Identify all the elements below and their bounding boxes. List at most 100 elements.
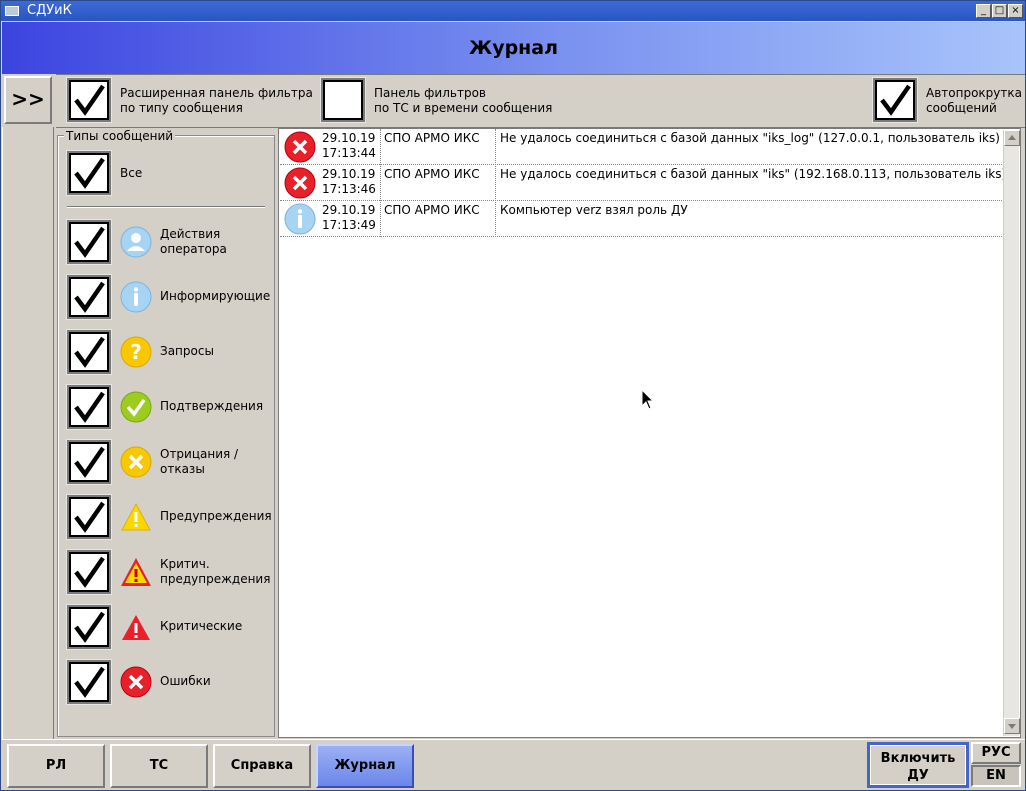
type-checkbox[interactable] [67,495,111,539]
type-label: Отрицания / отказы [160,447,239,476]
maximize-button[interactable]: □ [992,4,1007,18]
log-row[interactable]: 29.10.19 17:13:44 СПО АРМО ИКС Не удалось с… [280,129,1004,165]
log-datetime: 29.10.19 17:13:46 [322,167,376,196]
type-icon-wrap [120,446,152,478]
type-all-label: Все [120,166,143,180]
type-label: Запросы [160,344,214,358]
type-icon-wrap [120,281,152,313]
checkmark-icon [74,226,105,258]
window-title: СДУиК [27,3,72,18]
bottom-tab[interactable]: РЛ [7,744,105,788]
type-icon-wrap [120,501,152,533]
log-source: СПО АРМО ИКС [384,131,480,145]
log-table: 29.10.19 17:13:44 СПО АРМО ИКС Не удалось с… [278,128,1021,738]
type-label: Подтверждения [160,399,264,413]
checkmark-icon [74,157,105,189]
enable-du-button[interactable]: Включить ДУ [867,742,969,788]
scroll-up-button[interactable] [1004,130,1020,146]
type-checkbox[interactable] [67,550,111,594]
arrow-up-icon [1008,135,1016,140]
page-header: Журнал [2,22,1025,74]
deny-icon [120,446,152,478]
checkmark-icon [74,556,105,588]
log-source: СПО АРМО ИКС [384,203,480,217]
column-divider [495,129,496,237]
vertical-scrollbar[interactable] [1003,130,1020,736]
log-message: Компьютер verz взял роль ДУ [500,203,688,217]
type-checkbox[interactable] [67,330,111,374]
warning-icon [121,502,151,531]
type-checkbox[interactable] [67,605,111,649]
ts-filter-checkbox[interactable] [321,78,365,122]
scroll-down-button[interactable] [1004,718,1020,734]
log-datetime: 29.10.19 17:13:49 [322,203,376,232]
mouse-cursor-icon [641,389,655,410]
type-label: Критич. предупреждения [160,557,271,586]
svg-text:?: ? [130,340,142,364]
type-all-checkbox[interactable] [67,151,111,195]
type-label: Предупреждения [160,509,272,523]
type-checkbox[interactable] [67,220,111,264]
type-checkbox[interactable] [67,660,111,704]
types-separator [67,206,265,208]
checkmark-icon [74,336,105,368]
error-icon [284,131,316,163]
lang-en-button[interactable]: EN [971,765,1021,787]
extended-filter-label: Расширенная панель фильтра по типу сообщ… [120,86,313,115]
type-icon-wrap [120,226,152,258]
arrow-down-icon [1008,724,1016,729]
info-icon [120,281,152,313]
type-checkbox[interactable] [67,440,111,484]
app-window: СДУиК _ □ × Журнал >> Расширенная панель… [0,0,1026,791]
minimize-button[interactable]: _ [976,4,991,18]
log-datetime: 29.10.19 17:13:44 [322,131,376,160]
log-row[interactable]: 29.10.19 17:13:49 СПО АРМО ИКС Компьютер ve… [280,201,1004,237]
type-label: Информирующие [160,289,271,303]
log-message: Не удалось соединиться с базой данных "i… [500,131,1000,145]
log-row-icon [284,203,316,238]
page-title: Журнал [468,37,559,59]
checkmark-icon [74,84,105,116]
lang-ru-button[interactable]: РУС [971,742,1021,764]
type-label: Ошибки [160,674,211,688]
type-icon-wrap [120,611,152,643]
type-icon-wrap [120,391,152,423]
bottom-tab[interactable]: Справка [213,744,311,788]
type-icon-wrap [120,666,152,698]
bottom-tab[interactable]: Журнал [316,744,414,788]
checkmark-icon [74,666,105,698]
app-icon [5,6,19,16]
log-message: Не удалось соединиться с базой данных "i… [500,167,1007,181]
expand-panel-button[interactable]: >> [4,76,52,124]
column-divider [380,129,381,237]
type-checkbox[interactable] [67,385,111,429]
left-strip [2,127,54,739]
type-label: Действия оператора [160,227,227,256]
checkmark-icon [74,281,105,313]
title-bar: СДУиК _ □ × [1,1,1025,21]
type-icon-wrap: ? [120,336,152,368]
autoscroll-label: Автопрокрутка сообщений [926,86,1022,115]
checkmark-icon [880,84,911,116]
operator-icon [120,226,152,258]
question-icon: ? [120,336,152,368]
log-row-icon [284,131,316,166]
type-icon-wrap [120,556,152,588]
log-row-icon [284,167,316,202]
autoscroll-checkbox[interactable] [873,78,917,122]
close-button[interactable]: × [1008,4,1023,18]
bottom-tab[interactable]: ТС [110,744,208,788]
confirm-icon [120,391,152,423]
ts-filter-label: Панель фильтров по ТС и времени сообщени… [374,86,553,115]
checkmark-icon [74,446,105,478]
info-icon [284,203,316,235]
critical-warning-icon [121,558,151,586]
extended-filter-checkbox[interactable] [67,78,111,122]
checkmark-icon [74,391,105,423]
error-icon [284,167,316,199]
log-row[interactable]: 29.10.19 17:13:46 СПО АРМО ИКС Не удалось с… [280,165,1007,202]
checkmark-icon [74,501,105,533]
checkmark-icon [74,611,105,643]
message-types-legend: Типы сообщений [64,129,176,143]
type-checkbox[interactable] [67,275,111,319]
